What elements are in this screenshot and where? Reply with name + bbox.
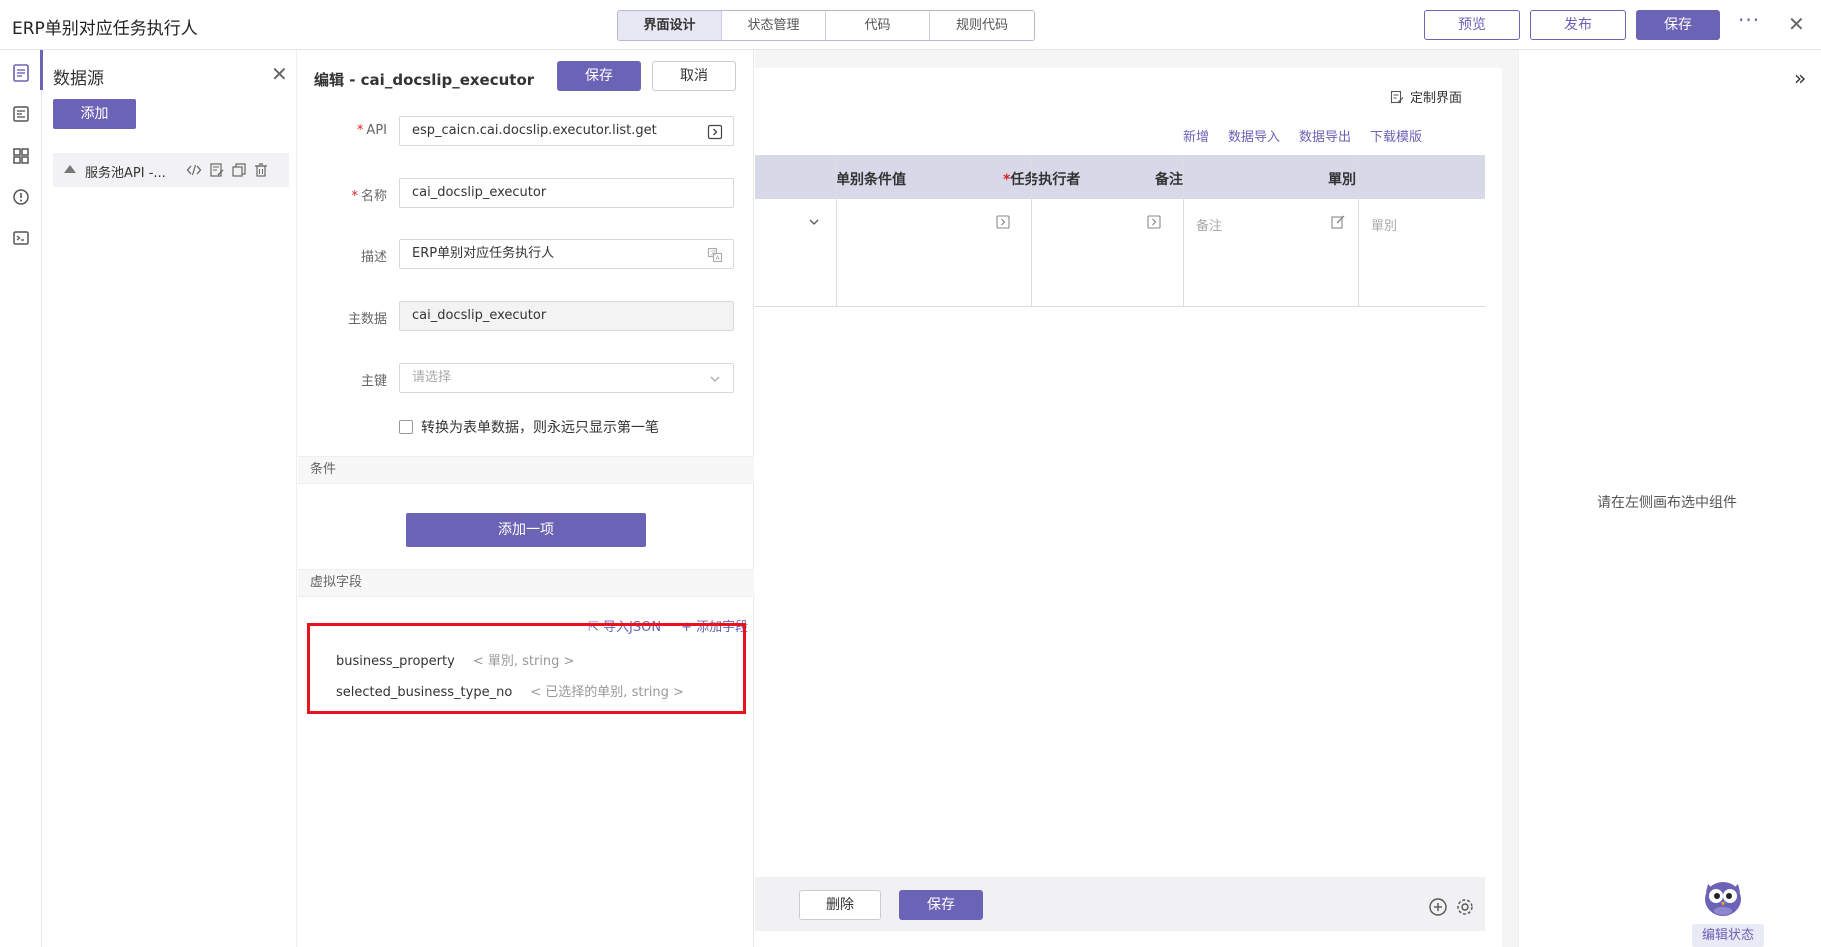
datasource-item-label: 服务池API -... xyxy=(85,166,166,181)
column-header[interactable]: 单别条件值 xyxy=(836,169,906,189)
components-icon[interactable] xyxy=(10,145,32,167)
virtual-field-meta: < 單別, string > xyxy=(472,654,575,669)
custom-ui-icon xyxy=(1390,90,1404,104)
edit-panel-title: 编辑 - cai_docslip_executor xyxy=(314,71,535,89)
add-datasource-button[interactable]: 添加 xyxy=(53,99,136,129)
tab-rule-code[interactable]: 规则代码 xyxy=(930,11,1034,40)
toolbar-add-link[interactable]: 新增 xyxy=(1183,130,1209,145)
column-header[interactable]: 备注 xyxy=(1155,169,1183,189)
delete-icon[interactable] xyxy=(253,162,269,178)
virtual-field-meta: < 已选择的单别, string > xyxy=(530,685,684,700)
master-data-label: 主数据 xyxy=(347,312,387,327)
toolbar-template-link[interactable]: 下载模版 xyxy=(1370,130,1422,145)
translate-icon[interactable]: 文A xyxy=(707,246,723,263)
properties-hint: 请在左侧画布选中组件 xyxy=(1597,495,1737,511)
collapse-right-icon[interactable]: » xyxy=(1794,66,1806,90)
tab-ui-design[interactable]: 界面设计 xyxy=(618,11,722,40)
api-value: esp_caicn.cai.docslip.executor.list.get xyxy=(412,123,657,138)
chevron-down-icon xyxy=(707,370,723,386)
column-divider xyxy=(1358,155,1359,307)
code-icon[interactable] xyxy=(186,162,202,178)
form-save-button[interactable]: 保存 xyxy=(899,890,983,920)
edit-icon[interactable] xyxy=(1330,214,1346,230)
table-header: 单别条件值 *任务执行者 备注 單別 xyxy=(755,155,1485,199)
api-field[interactable]: esp_caicn.cai.docslip.executor.list.get xyxy=(399,116,734,146)
master-data-field: cai_docslip_executor xyxy=(399,301,734,331)
add-circle-icon[interactable] xyxy=(1428,897,1448,917)
description-value: ERP单别对应任务执行人 xyxy=(412,246,555,261)
save-button[interactable]: 保存 xyxy=(1636,10,1720,40)
primary-key-placeholder: 请选择 xyxy=(412,370,452,385)
description-field[interactable]: ERP单别对应任务执行人 文A xyxy=(399,239,734,269)
assistant-owl-icon[interactable] xyxy=(1700,874,1746,920)
add-condition-button[interactable]: 添加一项 xyxy=(406,513,646,547)
form-icon[interactable] xyxy=(10,103,32,125)
design-tabs: 界面设计 状态管理 代码 规则代码 xyxy=(617,10,1035,41)
name-label: * 名称 xyxy=(351,189,387,204)
delete-button[interactable]: 删除 xyxy=(799,890,881,920)
top-bar: ERP单别对应任务执行人 界面设计 状态管理 代码 规则代码 预览 发布 保存 … xyxy=(0,0,1821,50)
virtual-field-row[interactable]: business_property < 單別, string > xyxy=(336,650,574,669)
publish-button[interactable]: 发布 xyxy=(1530,10,1626,40)
gear-icon[interactable] xyxy=(1455,897,1475,917)
conditions-section: 条件 xyxy=(298,456,754,484)
datasource-icon[interactable] xyxy=(10,62,32,84)
edit-state-badge[interactable]: 编辑状态 xyxy=(1692,924,1764,947)
terminal-icon[interactable] xyxy=(10,227,32,249)
close-icon[interactable]: ✕ xyxy=(1788,14,1805,34)
virtual-field-row[interactable]: selected_business_type_no < 已选择的单别, strin… xyxy=(336,681,684,700)
open-selector-icon[interactable] xyxy=(995,214,1011,230)
info-icon[interactable] xyxy=(10,186,32,208)
copy-icon[interactable] xyxy=(231,162,247,178)
virtual-field-name: selected_business_type_no xyxy=(336,685,513,700)
datasource-title: 数据源 xyxy=(53,69,104,89)
preview-button[interactable]: 预览 xyxy=(1424,10,1520,40)
column-header[interactable]: 單別 xyxy=(1328,169,1356,189)
remark-placeholder[interactable]: 备注 xyxy=(1196,215,1222,234)
convert-form-label: 转换为表单数据，则永远只显示第一笔 xyxy=(421,420,659,436)
close-panel-icon[interactable]: ✕ xyxy=(271,62,288,86)
tab-code[interactable]: 代码 xyxy=(826,11,930,40)
docslip-placeholder[interactable]: 單別 xyxy=(1371,215,1397,234)
datasource-item[interactable]: 服务池API -... xyxy=(53,153,289,187)
column-divider xyxy=(836,155,837,307)
virtual-fields-section: 虚拟字段 xyxy=(298,569,754,597)
chevron-down-icon[interactable] xyxy=(806,214,822,230)
convert-form-option[interactable]: 转换为表单数据，则永远只显示第一笔 xyxy=(399,417,659,437)
column-header[interactable]: *任务执行者 xyxy=(1003,169,1080,189)
open-selector-icon[interactable] xyxy=(1146,214,1162,230)
column-divider xyxy=(1183,155,1184,307)
virtual-field-name: business_property xyxy=(336,654,455,669)
collapse-triangle-icon[interactable] xyxy=(64,165,76,173)
toolbar-export-link[interactable]: 数据导出 xyxy=(1299,130,1351,145)
convert-form-checkbox[interactable] xyxy=(399,420,413,434)
description-label: 描述 xyxy=(360,250,387,265)
toolbar-import-link[interactable]: 数据导入 xyxy=(1228,130,1280,145)
custom-ui-link[interactable]: 定制界面 xyxy=(1390,87,1462,106)
tab-state-management[interactable]: 状态管理 xyxy=(722,11,826,40)
table-toolbar: 新增 数据导入 数据导出 下载模版 xyxy=(1183,126,1441,145)
datasource-panel: 数据源 ✕ 添加 服务池API -... xyxy=(43,50,297,947)
edit-panel: 编辑 - cai_docslip_executor 保存 取消 * API esp… xyxy=(298,50,754,947)
edit-save-button[interactable]: 保存 xyxy=(557,61,641,91)
column-divider xyxy=(1031,155,1032,307)
name-field[interactable]: cai_docslip_executor xyxy=(399,178,734,208)
select-api-icon[interactable] xyxy=(707,123,723,140)
app-title: ERP单别对应任务执行人 xyxy=(12,19,198,39)
api-label: * API xyxy=(356,123,387,138)
primary-key-label: 主键 xyxy=(360,374,387,389)
left-rail xyxy=(0,50,42,947)
edit-icon[interactable] xyxy=(209,162,225,178)
primary-key-select[interactable]: 请选择 xyxy=(399,363,734,393)
more-icon[interactable]: ··· xyxy=(1738,8,1760,32)
edit-cancel-button[interactable]: 取消 xyxy=(652,61,736,91)
